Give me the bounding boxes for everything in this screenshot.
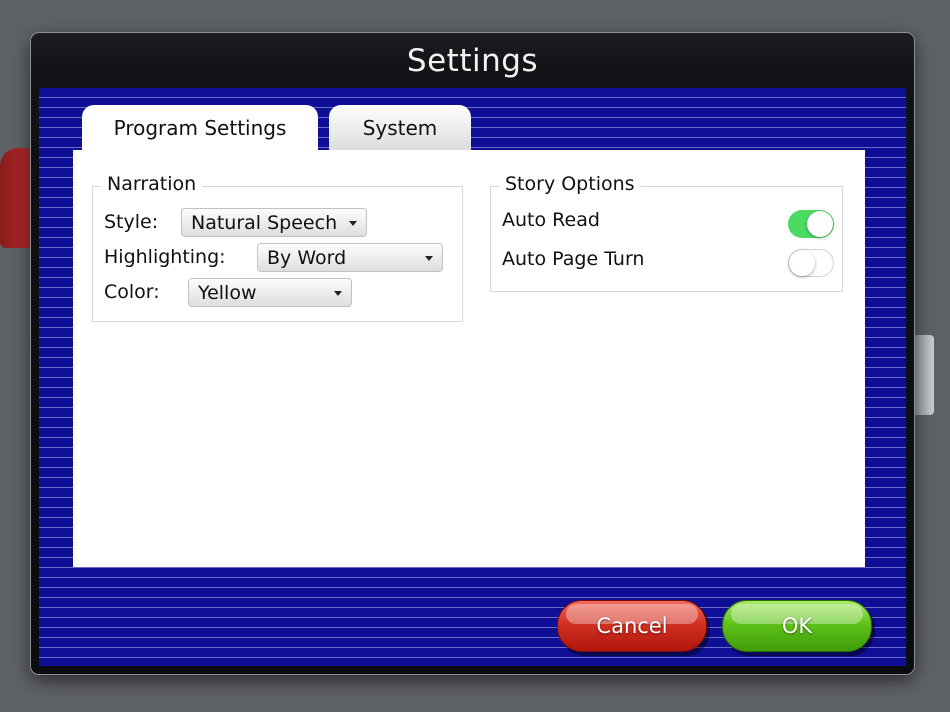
narration-legend: Narration xyxy=(101,173,203,195)
style-dropdown[interactable]: Natural Speech xyxy=(181,208,367,237)
chevron-down-icon xyxy=(334,291,342,296)
highlighting-dropdown[interactable]: By Word xyxy=(257,243,443,272)
tab-panel: Narration Style: Natural Speech Highligh… xyxy=(73,150,865,567)
settings-dialog: Settings Program Settings System Narrati… xyxy=(31,33,914,674)
chevron-down-icon xyxy=(425,256,433,261)
auto-page-turn-label: Auto Page Turn xyxy=(502,248,645,270)
auto-page-turn-toggle[interactable] xyxy=(788,249,834,277)
toggle-knob xyxy=(807,211,833,237)
tab-program-settings[interactable]: Program Settings xyxy=(82,105,318,154)
ok-button[interactable]: OK xyxy=(722,600,872,652)
auto-read-toggle[interactable] xyxy=(788,210,834,238)
dialog-body: Program Settings System Narration Style:… xyxy=(39,88,906,666)
story-options-group: Story Options Auto Read Auto Page Turn xyxy=(490,173,843,292)
narration-group: Narration Style: Natural Speech Highligh… xyxy=(92,173,463,322)
tab-system[interactable]: System xyxy=(329,105,471,151)
ok-button-label: OK xyxy=(781,614,813,638)
story-options-legend: Story Options xyxy=(499,173,641,195)
auto-read-label: Auto Read xyxy=(502,209,600,231)
color-label: Color: xyxy=(104,281,160,303)
toggle-knob xyxy=(789,250,815,276)
style-label: Style: xyxy=(104,211,159,233)
cancel-button[interactable]: Cancel xyxy=(557,600,707,652)
color-dropdown[interactable]: Yellow xyxy=(188,278,352,307)
highlighting-label: Highlighting: xyxy=(104,246,226,268)
chevron-down-icon xyxy=(349,221,357,226)
color-value: Yellow xyxy=(198,282,257,304)
highlighting-value: By Word xyxy=(267,247,347,269)
dialog-title: Settings xyxy=(406,43,539,79)
style-value: Natural Speech xyxy=(191,212,338,234)
cancel-button-label: Cancel xyxy=(596,614,668,638)
